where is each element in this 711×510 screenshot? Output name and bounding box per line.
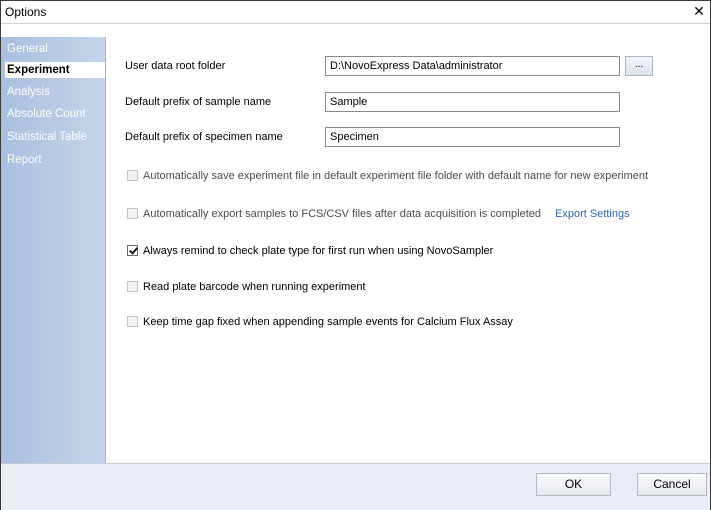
remind-plate-type-option: Always remind to check plate type for fi…: [127, 244, 494, 261]
options-sidebar: General Experiment Analysis Absolute Cou…: [1, 37, 106, 463]
read-barcode-checkbox[interactable]: [127, 280, 138, 292]
cancel-button[interactable]: Cancel: [637, 473, 707, 496]
sidebar-item-general[interactable]: General: [7, 41, 103, 57]
title-bar: Options ✕: [1, 1, 710, 24]
remind-plate-type-label: Always remind to check plate type for fi…: [143, 245, 494, 258]
sample-prefix-label: Default prefix of sample name: [125, 96, 272, 108]
options-dialog: Options ✕ General Experiment Analysis Ab…: [0, 0, 711, 510]
browse-folder-button[interactable]: ...: [625, 56, 653, 76]
auto-save-option: Automatically save experiment file in de…: [127, 169, 649, 186]
auto-export-checkbox[interactable]: [127, 207, 138, 219]
specimen-prefix-label: Default prefix of specimen name: [125, 131, 283, 143]
dialog-title: Options: [5, 5, 47, 19]
time-gap-option: Keep time gap fixed when appending sampl…: [127, 315, 513, 332]
auto-save-checkbox[interactable]: [127, 169, 138, 181]
sidebar-item-report[interactable]: Report: [7, 152, 103, 168]
auto-export-option: Automatically export samples to FCS/CSV …: [127, 207, 630, 224]
auto-save-label: Automatically save experiment file in de…: [143, 170, 649, 183]
dialog-footer: OK Cancel: [1, 463, 710, 510]
read-barcode-label: Read plate barcode when running experime…: [143, 281, 366, 294]
export-settings-link[interactable]: Export Settings: [555, 208, 630, 220]
time-gap-checkbox[interactable]: [127, 315, 138, 327]
sidebar-item-analysis[interactable]: Analysis: [7, 84, 103, 100]
remind-plate-type-checkbox[interactable]: [127, 244, 138, 256]
experiment-settings-panel: User data root folder D:\NovoExpress Dat…: [106, 37, 710, 463]
sidebar-item-absolute-count[interactable]: Absolute Count: [7, 106, 103, 122]
ok-button[interactable]: OK: [536, 473, 611, 496]
specimen-prefix-input[interactable]: Specimen: [325, 127, 620, 147]
auto-export-label: Automatically export samples to FCS/CSV …: [143, 208, 542, 221]
time-gap-label: Keep time gap fixed when appending sampl…: [143, 316, 513, 329]
read-barcode-option: Read plate barcode when running experime…: [127, 280, 366, 297]
sidebar-item-experiment[interactable]: Experiment: [5, 62, 105, 78]
root-folder-input[interactable]: D:\NovoExpress Data\administrator: [325, 56, 620, 76]
sample-prefix-input[interactable]: Sample: [325, 92, 620, 112]
sidebar-item-statistical-table[interactable]: Statistical Table: [7, 129, 103, 145]
close-button[interactable]: ✕: [690, 2, 708, 20]
root-folder-label: User data root folder: [125, 60, 226, 72]
